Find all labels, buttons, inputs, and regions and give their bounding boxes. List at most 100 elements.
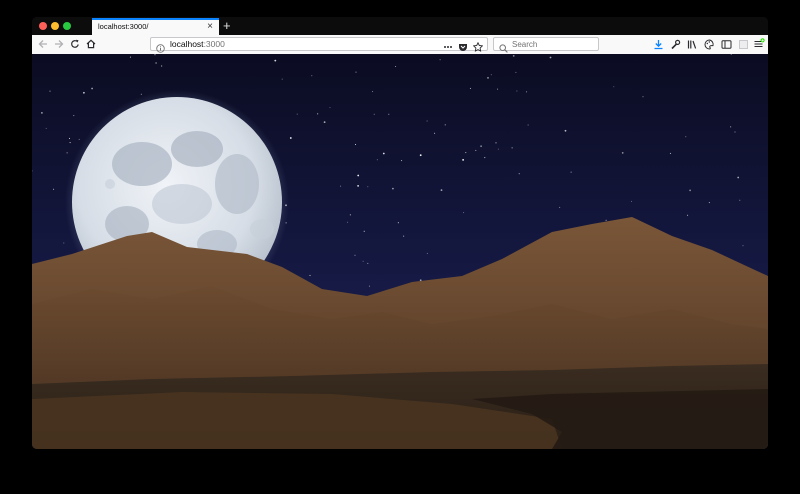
star: [83, 91, 85, 94]
star: [392, 187, 394, 190]
sidebar-icon[interactable]: [720, 38, 732, 50]
star: [463, 212, 465, 214]
star: [734, 131, 736, 133]
star: [497, 88, 499, 90]
star: [444, 124, 446, 126]
tab-title: localhost:3000/: [98, 22, 149, 31]
search-bar[interactable]: Search: [493, 37, 599, 53]
star: [549, 56, 552, 59]
star: [397, 222, 399, 224]
page-content: [32, 54, 768, 449]
star: [129, 56, 131, 58]
star: [401, 160, 403, 162]
url-host: localhost: [170, 39, 204, 49]
theme-icon[interactable]: [703, 38, 715, 50]
star: [484, 157, 486, 159]
star: [526, 91, 528, 93]
star: [737, 176, 740, 179]
star: [708, 202, 710, 204]
star: [309, 274, 311, 276]
forward-arrow-icon[interactable]: [52, 37, 66, 51]
star: [91, 87, 93, 90]
star: [363, 230, 365, 232]
tab-strip: localhost:3000/ × +: [32, 17, 768, 35]
star: [355, 71, 357, 73]
star: [497, 148, 499, 150]
star: [368, 285, 370, 287]
tab-close-icon[interactable]: ×: [207, 21, 213, 32]
star: [440, 189, 443, 192]
screenshot-icon[interactable]: [737, 38, 749, 50]
maximize-window-button[interactable]: [63, 22, 71, 30]
star: [462, 159, 464, 161]
star: [490, 74, 492, 76]
star: [323, 121, 326, 123]
star: [559, 206, 561, 208]
star: [511, 147, 513, 149]
star: [382, 152, 385, 155]
star: [49, 90, 51, 92]
star: [340, 185, 342, 187]
star: [631, 200, 632, 202]
url-bar[interactable]: localhost:3000: [150, 37, 488, 53]
downloads-icon[interactable]: [652, 38, 664, 50]
star: [311, 75, 313, 77]
search-placeholder: Search: [512, 39, 538, 49]
star: [367, 262, 369, 264]
star: [515, 71, 517, 73]
star: [329, 107, 331, 109]
star: [355, 144, 356, 145]
star: [349, 214, 351, 216]
star: [621, 152, 624, 154]
minimize-window-button[interactable]: [51, 22, 59, 30]
star: [357, 174, 360, 177]
star: [367, 186, 369, 188]
star: [439, 59, 441, 61]
hamburger-menu-icon[interactable]: [753, 38, 765, 50]
star: [475, 149, 477, 151]
star: [434, 132, 436, 134]
star: [45, 127, 47, 129]
star: [426, 120, 428, 122]
close-window-button[interactable]: [39, 22, 47, 30]
info-icon[interactable]: [156, 40, 165, 53]
star: [41, 112, 43, 114]
star: [372, 91, 374, 93]
home-icon[interactable]: [84, 37, 98, 51]
star: [689, 189, 691, 192]
navigation-toolbar: localhost:3000 Search: [32, 35, 768, 55]
browser-window: localhost:3000/ × + localhost:3000 Searc…: [32, 17, 768, 449]
star: [742, 245, 744, 247]
star: [373, 113, 375, 115]
star: [376, 159, 378, 161]
star: [78, 138, 80, 140]
library-icon[interactable]: [686, 38, 698, 50]
star: [357, 185, 359, 187]
star: [154, 54, 156, 56]
star: [487, 77, 489, 79]
star: [317, 113, 319, 115]
url-port: :3000: [203, 39, 225, 49]
star: [613, 86, 615, 88]
star: [739, 199, 741, 201]
moonlit-mountain-landscape: [32, 54, 768, 449]
wrench-icon[interactable]: [669, 38, 681, 50]
star: [155, 62, 157, 64]
star: [362, 260, 364, 262]
star: [281, 78, 283, 80]
star: [669, 152, 671, 154]
tab-localhost[interactable]: localhost:3000/ ×: [92, 18, 219, 35]
star: [274, 59, 277, 62]
star: [642, 96, 644, 98]
star: [66, 152, 68, 154]
star: [403, 235, 405, 237]
new-tab-icon[interactable]: +: [223, 18, 231, 33]
url-text: localhost:3000: [170, 39, 225, 49]
star: [465, 152, 467, 154]
star: [687, 214, 689, 216]
star: [564, 129, 567, 132]
star: [570, 171, 572, 173]
star: [480, 145, 482, 148]
back-arrow-icon[interactable]: [36, 37, 50, 51]
reload-icon[interactable]: [68, 37, 82, 51]
